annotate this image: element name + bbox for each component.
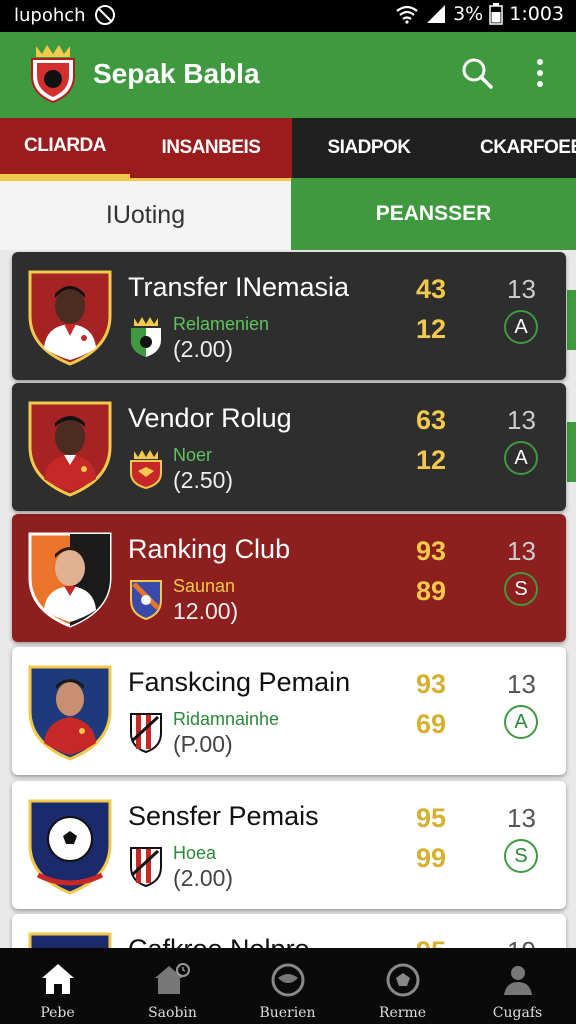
player-card[interactable]: Vendor Rolug Noer (2.50) 63 12 13 A [12, 383, 566, 511]
player-price: 12.00) [173, 598, 239, 624]
player-club: Relamenien [173, 314, 270, 334]
player-price: (P.00) [173, 731, 233, 757]
player-stat-tertiary: 13 [507, 536, 536, 566]
player-price: (2.00) [173, 865, 234, 891]
nav-item-rerme[interactable]: Rerme [345, 948, 460, 1024]
player-stat-primary: 93 [416, 669, 447, 699]
signal-icon [427, 5, 446, 23]
club-badge-icon [131, 317, 161, 357]
player-name: Transfer INemasia [128, 272, 350, 302]
club-badge-icon [130, 847, 162, 887]
battery-percent: 3% [453, 3, 484, 25]
nav-label: Rerme [378, 1005, 427, 1021]
player-stat-secondary: 69 [416, 709, 447, 739]
player-stat-primary: 43 [416, 274, 447, 304]
clock: 1:003 [509, 3, 564, 25]
nav-label: Pebe [40, 1005, 75, 1021]
more-options-icon[interactable] [526, 56, 554, 92]
club-crest-icon [28, 799, 112, 895]
player-name: Sensfer Pemais [128, 801, 319, 831]
player-card[interactable]: Transfer INemasia Relamenien (2.00) 43 1… [12, 252, 566, 380]
player-club: Ridamnainhe [173, 709, 280, 729]
wifi-icon [396, 5, 418, 24]
player-stat-primary: 93 [416, 536, 447, 566]
player-list: Transfer INemasia Relamenien (2.00) 43 1… [0, 250, 576, 948]
app-logo [31, 45, 75, 104]
player-portrait-crest [28, 270, 112, 366]
player-stat-tertiary: 19 [507, 936, 536, 948]
player-name: Cafkroe Nolpro [128, 934, 310, 948]
player-name: Fanskcing Pemain [128, 667, 351, 697]
player-stat-secondary: 99 [416, 843, 447, 873]
player-card[interactable]: Sensfer Pemais Hoea (2.00) 95 99 13 S [12, 781, 566, 909]
search-icon[interactable] [460, 56, 494, 90]
subtab-peansser[interactable]: PEANSSER [291, 178, 576, 250]
player-stat-primary: 63 [416, 405, 447, 435]
nav-item-pebe[interactable]: Pebe [0, 948, 115, 1024]
player-stat-tertiary: 13 [507, 803, 536, 833]
player-price: (2.00) [173, 336, 234, 362]
player-grade-badge: A [504, 441, 538, 475]
bottom-navigation: Pebe Saobin Buerien Rerme Cugafs [0, 948, 576, 1024]
category-tabs: CLIARDA INSANBEIS SIADPOK CKARFOEE [0, 118, 576, 178]
no-signal-icon [94, 5, 115, 25]
tab-siadpok[interactable]: SIADPOK [292, 118, 446, 178]
player-grade-badge: A [504, 705, 538, 739]
player-stat-secondary: 12 [416, 314, 447, 344]
tab-insanbeis[interactable]: INSANBEIS [130, 118, 292, 178]
ball-icon [271, 963, 304, 997]
tab-ckarfoee[interactable]: CKARFOEE [446, 118, 576, 178]
battery-icon [489, 3, 503, 25]
player-stat-secondary: 89 [416, 576, 447, 606]
player-portrait-crest [28, 665, 112, 761]
player-stat-primary: 95 [416, 936, 446, 948]
subtab-voting[interactable]: IUoting [0, 178, 291, 250]
player-stat-tertiary: 13 [507, 274, 536, 304]
club-crest-icon [28, 932, 112, 948]
club-badge-icon [130, 450, 162, 489]
player-club: Noer [173, 445, 213, 465]
player-card[interactable]: Fanskcing Pemain Ridamnainhe (P.00) 93 6… [12, 647, 566, 775]
nav-item-saobin[interactable]: Saobin [115, 948, 230, 1024]
player-portrait-crest [28, 401, 112, 497]
nav-item-cugafs[interactable]: Cugafs [460, 948, 575, 1024]
player-grade-badge: A [504, 310, 538, 344]
house-clock-icon [154, 963, 190, 994]
list-edge-accent [567, 290, 576, 350]
user-icon [503, 966, 532, 995]
player-club: Saunan [173, 576, 236, 596]
player-name: Ranking Club [128, 534, 291, 564]
nav-item-buerien[interactable]: Buerien [230, 948, 345, 1024]
tab-cliarda[interactable]: CLIARDA [0, 118, 130, 178]
player-portrait-crest [28, 532, 112, 628]
player-name: Vendor Rolug [128, 403, 292, 433]
player-stat-tertiary: 13 [507, 669, 536, 699]
club-badge-icon [130, 580, 162, 620]
club-badge-icon [130, 713, 162, 753]
player-stat-secondary: 12 [416, 445, 447, 475]
app-title: Sepak Babla [93, 58, 260, 89]
player-card[interactable]: Cafkroe Nolpro 95 19 [12, 914, 566, 948]
player-grade-badge: S [504, 572, 538, 606]
app-bar: Sepak Babla [0, 32, 576, 118]
player-card[interactable]: Ranking Club Saunan 12.00) 93 89 13 S [12, 514, 566, 642]
nav-label: Cugafs [492, 1005, 543, 1021]
player-club: Hoea [173, 843, 217, 863]
player-grade-badge: S [504, 839, 538, 873]
home-icon [41, 964, 74, 994]
nav-label: Buerien [259, 1005, 316, 1021]
list-edge-accent [567, 422, 576, 482]
football-icon [386, 963, 419, 997]
status-bar: lupohch 3% 1:003 [0, 0, 576, 32]
sub-tabs: IUoting PEANSSER [0, 178, 576, 250]
player-stat-tertiary: 13 [507, 405, 536, 435]
player-stat-primary: 95 [416, 803, 447, 833]
nav-label: Saobin [148, 1005, 197, 1021]
carrier-label: lupohch [14, 4, 86, 26]
player-price: (2.50) [173, 467, 234, 493]
